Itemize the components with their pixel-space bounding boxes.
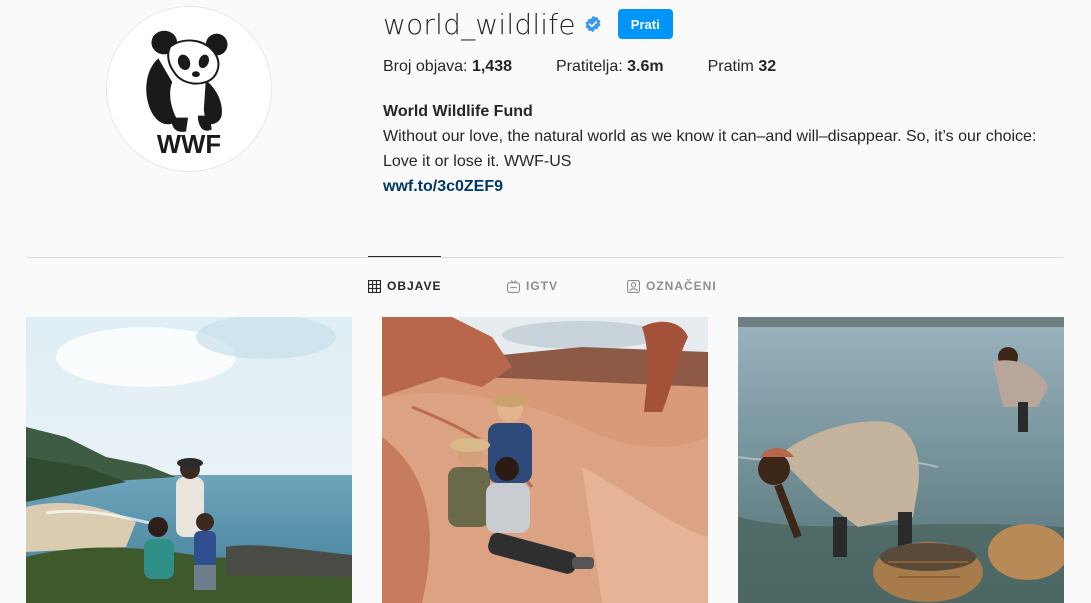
tab-tagged[interactable]: OZNAČENI [627,279,717,293]
women-gathering-sea-photo [738,317,1064,603]
bio-link[interactable]: wwf.to/3c0ZEF9 [383,178,503,195]
family-red-rocks-photo [382,317,708,603]
posts-count: Broj objava: 1,438 [383,58,512,76]
posts-value: 1,438 [471,58,512,75]
following-value: 32 [758,58,777,75]
following-label: Pratim [707,58,754,75]
active-tab-indicator [368,256,441,257]
posts-label: Broj objava: [383,58,468,75]
title-row: world_wildlife Prati [383,0,1073,48]
tab-posts-label: OBJAVE [387,279,442,293]
tab-igtv[interactable]: IGTV [507,279,558,293]
profile-stats: Broj objava: 1,438 Pratitelja: 3.6m Prat… [383,58,1073,76]
profile-header: world_wildlife Prati Broj objava: 1,438 … [383,0,1073,199]
igtv-icon [507,279,520,293]
wwf-panda-logo: WWF [107,7,271,171]
followers-count[interactable]: Pratitelja: 3.6m [556,58,664,76]
following-count[interactable]: Pratim 32 [708,58,776,76]
tab-tagged-label: OZNAČENI [646,279,717,293]
full-name: World Wildlife Fund [383,103,533,120]
followers-value: 3.6m [627,58,664,75]
post-thumbnail-3[interactable] [738,317,1064,603]
follow-button[interactable]: Prati [617,9,673,39]
family-coast-photo [26,317,352,603]
username: world_wildlife [383,7,576,41]
grid-icon [368,279,381,293]
wwf-logo-text: WWF [157,131,221,159]
profile-bio: World Wildlife Fund Without our love, th… [383,99,1073,199]
tab-posts[interactable]: OBJAVE [368,279,441,293]
tagged-icon [627,279,640,293]
verified-badge-icon [585,15,601,33]
post-thumbnail-2[interactable] [382,317,708,603]
followers-label: Pratitelja: [556,58,623,75]
profile-avatar[interactable]: WWF [106,6,272,172]
tab-igtv-label: IGTV [526,279,559,293]
post-thumbnail-1[interactable] [26,317,352,603]
bio-text: Without our love, the natural world as w… [383,128,1037,170]
tabs-divider [27,257,1063,258]
